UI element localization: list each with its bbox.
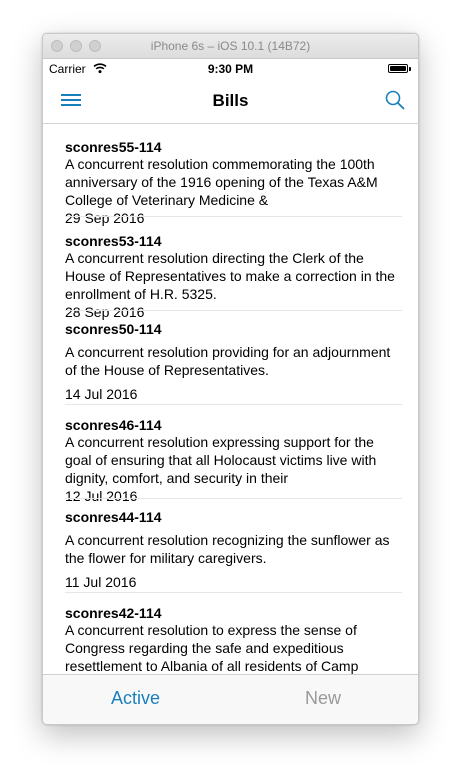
bills-list: sconres55-114 A concurrent resolution co…	[43, 123, 418, 675]
list-item[interactable]: sconres46-114 A concurrent resolution ex…	[43, 405, 418, 504]
list-item[interactable]: sconres50-114 A concurrent resolution pr…	[43, 311, 418, 405]
bill-title: A concurrent resolution recognizing the …	[65, 532, 390, 566]
battery-icon	[388, 64, 408, 73]
list-item[interactable]: sconres42-114 A concurrent resolution to…	[43, 593, 418, 675]
bill-title: A concurrent resolution commemorating th…	[65, 156, 378, 208]
simulator-title: iPhone 6s – iOS 10.1 (14B72)	[150, 39, 311, 53]
bill-id: sconres53-114	[65, 233, 162, 249]
status-bar: Carrier 9:30 PM	[43, 59, 418, 79]
simulator-window: iPhone 6s – iOS 10.1 (14B72) Carrier 9:3…	[42, 33, 419, 725]
simulator-titlebar: iPhone 6s – iOS 10.1 (14B72)	[43, 34, 418, 59]
battery-tip	[409, 67, 411, 71]
bill-id: sconres46-114	[65, 417, 162, 433]
search-icon[interactable]	[384, 89, 406, 111]
bill-title: A concurrent resolution expressing suppo…	[65, 434, 377, 486]
navigation-bar: Bills	[43, 79, 418, 124]
bill-id: sconres44-114	[65, 509, 162, 525]
bill-id: sconres42-114	[65, 605, 162, 621]
tab-new[interactable]: New	[305, 688, 341, 709]
list-item[interactable]: sconres53-114 A concurrent resolution di…	[43, 217, 418, 320]
page-title: Bills	[212, 91, 249, 110]
tab-active[interactable]: Active	[111, 688, 160, 709]
bill-date: 11 Jul 2016	[65, 574, 137, 590]
tab-bar: Active New	[43, 674, 418, 724]
list-item[interactable]: sconres44-114 A concurrent resolution re…	[43, 499, 418, 593]
bill-id: sconres55-114	[65, 139, 162, 155]
bill-title: A concurrent resolution directing the Cl…	[65, 250, 395, 302]
bill-title: A concurrent resolution to express the s…	[65, 622, 359, 674]
bill-id: sconres50-114	[65, 321, 162, 337]
bill-date: 14 Jul 2016	[65, 386, 138, 402]
status-time: 9:30 PM	[207, 62, 254, 76]
list-item[interactable]: sconres55-114 A concurrent resolution co…	[43, 123, 418, 226]
bill-title: A concurrent resolution providing for an…	[65, 344, 391, 378]
